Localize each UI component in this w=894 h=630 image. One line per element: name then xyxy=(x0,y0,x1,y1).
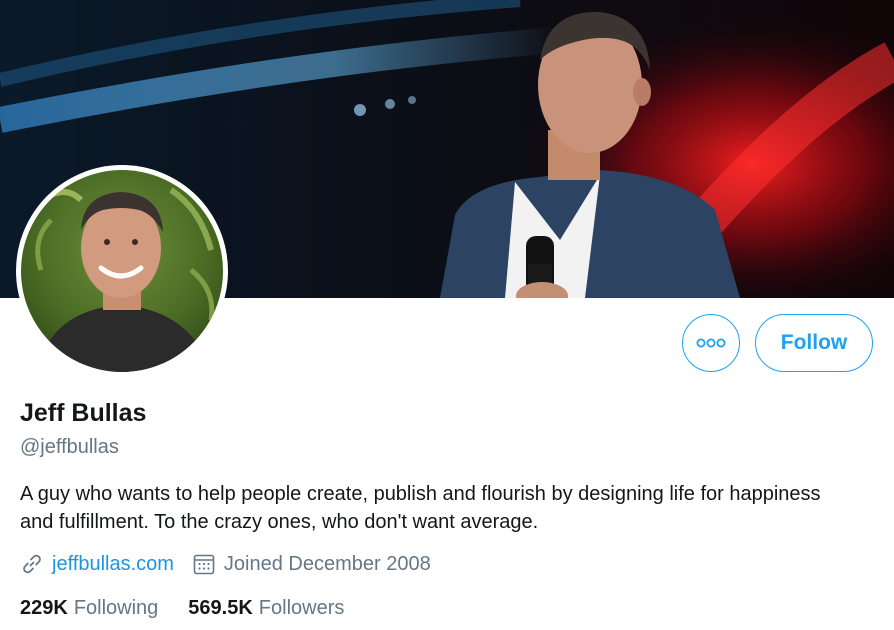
profile-bio: A guy who wants to help people create, p… xyxy=(20,483,821,533)
profile-page: Follow Jeff Bullas @jeffbullas A guy who… xyxy=(0,0,894,630)
more-options-icon xyxy=(696,338,726,348)
link-icon xyxy=(20,552,44,576)
followers-count: 569.5K xyxy=(188,596,253,619)
following-label: Following xyxy=(73,596,159,619)
profile-handle: @jeffbullas xyxy=(20,436,119,458)
profile-joined: Joined December 2008 xyxy=(192,552,431,576)
following-stat[interactable]: 229K Following xyxy=(20,597,158,620)
following-count: 229K xyxy=(20,596,68,619)
avatar-photo xyxy=(21,170,223,372)
profile-name: Jeff Bullas xyxy=(20,399,147,427)
followers-stat[interactable]: 569.5K Followers xyxy=(188,597,344,620)
followers-label: Followers xyxy=(258,596,345,619)
profile-meta: jeffbullas.com Joined December 2008 xyxy=(20,550,449,578)
calendar-icon xyxy=(192,552,216,576)
profile-website: jeffbullas.com xyxy=(20,552,174,576)
website-link[interactable]: jeffbullas.com xyxy=(52,553,174,576)
profile-stats: 229K Following 569.5K Followers xyxy=(20,594,374,622)
joined-date: Joined December 2008 xyxy=(223,552,431,575)
follow-button[interactable]: Follow xyxy=(755,314,873,372)
more-options-button[interactable] xyxy=(682,314,740,372)
profile-avatar[interactable] xyxy=(16,165,228,377)
